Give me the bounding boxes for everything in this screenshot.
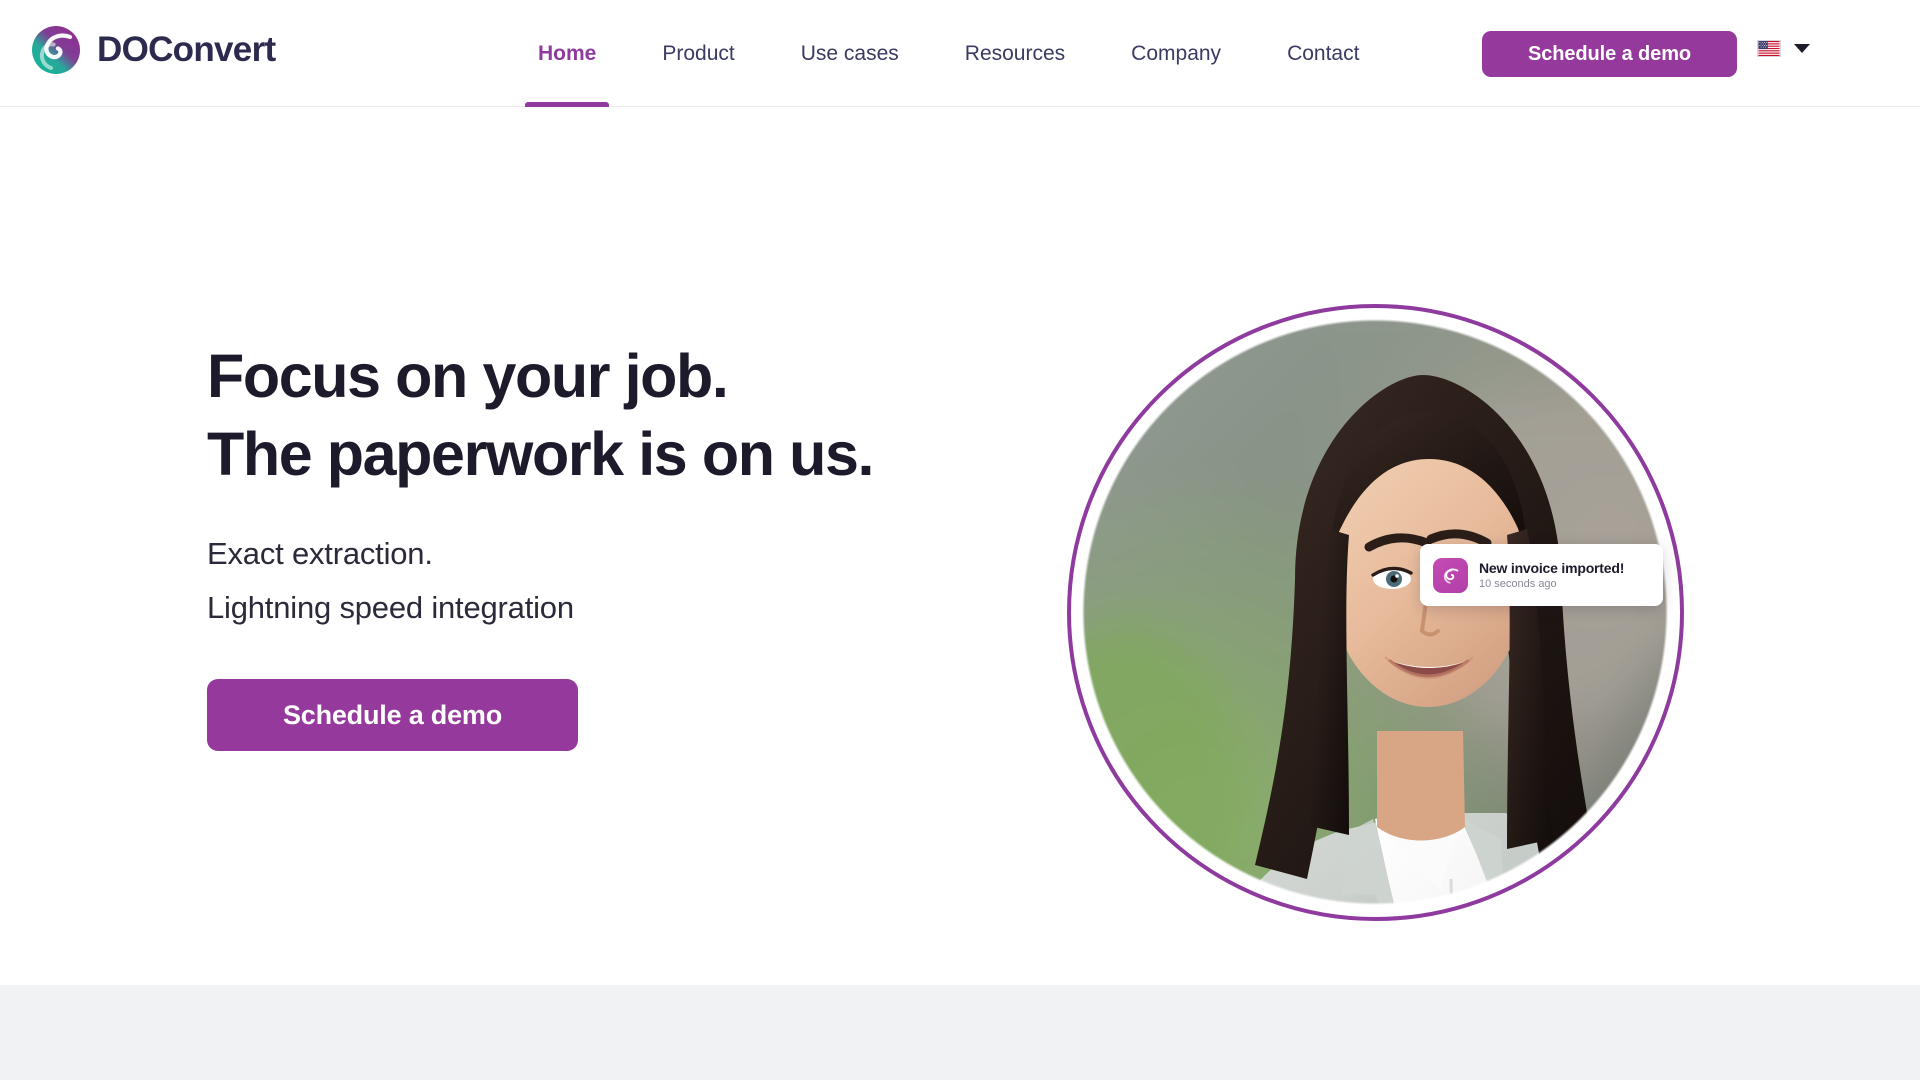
site-header: DOConvert Home Product Use cases Resourc…	[0, 0, 1920, 107]
swirl-logo-icon	[29, 23, 83, 77]
language-selector[interactable]	[1757, 40, 1810, 57]
hero-copy: Focus on your job. The paperwork is on u…	[207, 337, 937, 751]
next-section-band	[0, 985, 1920, 1080]
notification-title: New invoice imported!	[1479, 560, 1625, 576]
main-navigation: Home Product Use cases Resources Company…	[505, 0, 1392, 107]
brand-logo-link[interactable]: DOConvert	[29, 23, 276, 77]
notification-text: New invoice imported! 10 seconds ago	[1479, 560, 1624, 590]
notification-timestamp: 10 seconds ago	[1479, 578, 1557, 590]
chevron-down-icon	[1794, 44, 1810, 53]
notification-toast: New invoice imported! 10 seconds ago	[1420, 544, 1663, 606]
hero-subheadline: Exact extraction. Lightning speed integr…	[207, 536, 574, 625]
hero-section: Focus on your job. The paperwork is on u…	[0, 107, 1920, 985]
hero-visual: New invoice imported! 10 seconds ago	[1020, 107, 1920, 985]
page-title: Focus on your job. The paperwork is on u…	[207, 342, 874, 488]
nav-item-product[interactable]: Product	[629, 0, 767, 107]
nav-item-home[interactable]: Home	[505, 0, 629, 107]
header-schedule-demo-button[interactable]: Schedule a demo	[1482, 31, 1737, 77]
brand-name: DOConvert	[97, 30, 276, 69]
swirl-logo-icon	[1433, 557, 1468, 593]
us-flag-icon	[1757, 40, 1781, 57]
nav-item-use-cases[interactable]: Use cases	[768, 0, 932, 107]
nav-item-resources[interactable]: Resources	[932, 0, 1098, 107]
hero-schedule-demo-button[interactable]: Schedule a demo	[207, 679, 578, 751]
nav-item-contact[interactable]: Contact	[1254, 0, 1392, 107]
hero-image	[1082, 319, 1669, 985]
nav-item-company[interactable]: Company	[1098, 0, 1254, 107]
